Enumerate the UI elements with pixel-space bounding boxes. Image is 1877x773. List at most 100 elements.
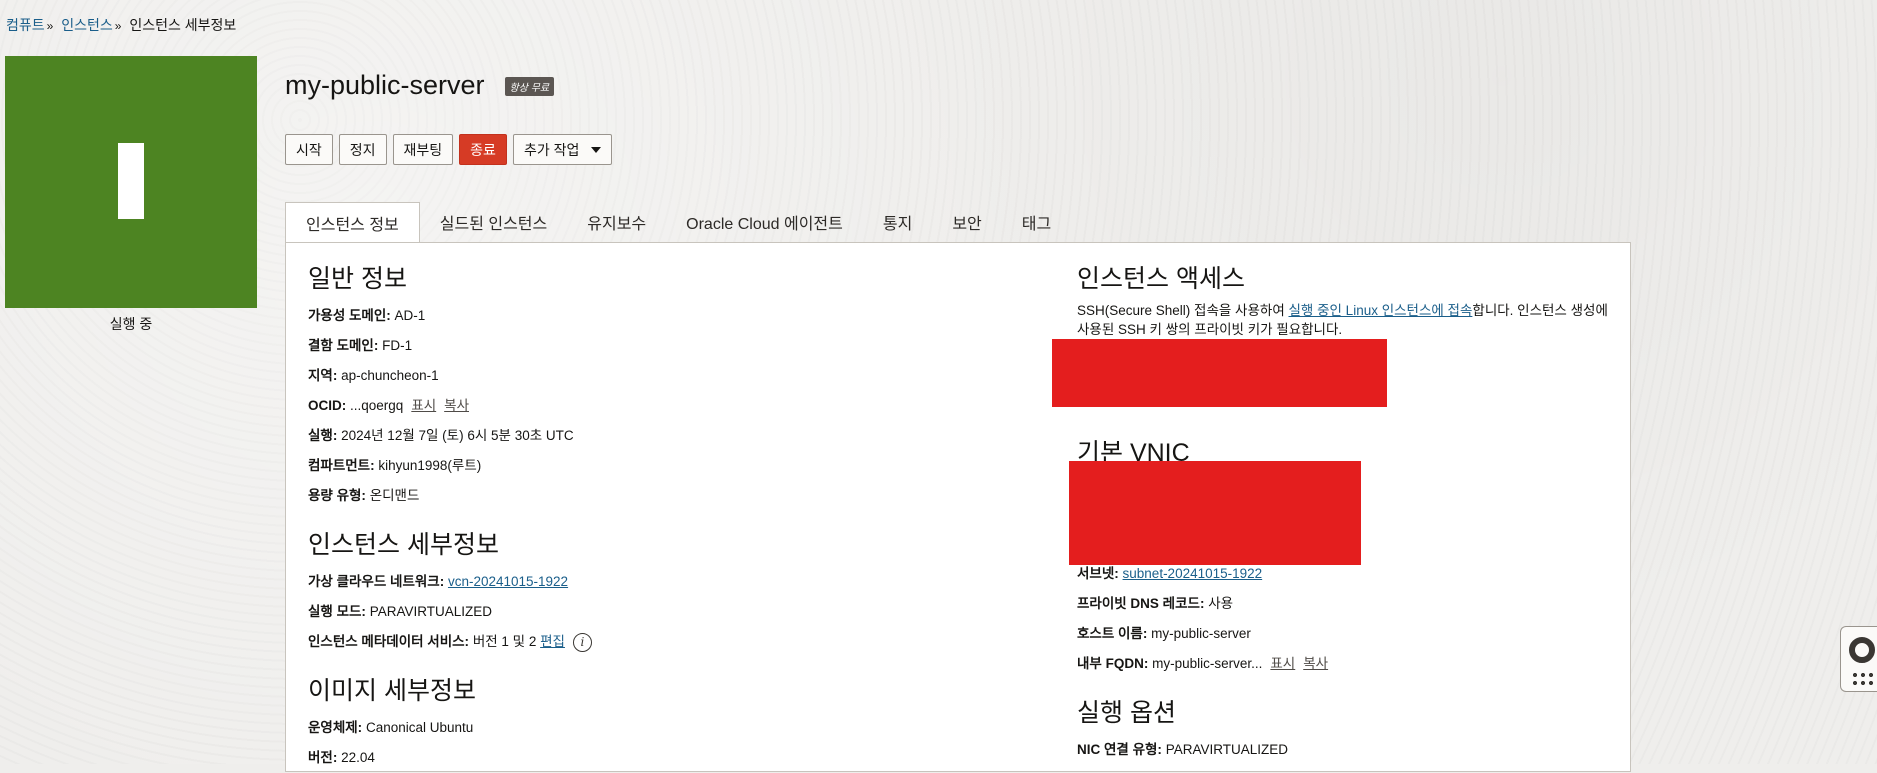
ocid-row: OCID: ...qoergq 표시 복사 (308, 391, 592, 421)
instance-status-tile (5, 56, 257, 308)
field-value: PARAVIRTUALIZED (1165, 742, 1288, 757)
terminate-button[interactable]: 종료 (459, 134, 507, 165)
tab-bar: 인스턴스 정보 실드된 인스턴스 유지보수 Oracle Cloud 에이전트 … (285, 202, 1071, 243)
field-value: ap-chuncheon-1 (341, 368, 439, 383)
redacted-area (1069, 461, 1361, 565)
field-label: 용량 유형: (308, 488, 366, 503)
grid-icon[interactable] (1851, 671, 1875, 687)
ocid-show-link[interactable]: 표시 (411, 398, 436, 413)
primary-vnic-fields: 서브넷: subnet-20241015-1922 프라이빗 DNS 레코드: … (1077, 559, 1617, 765)
tab-tags[interactable]: 태그 (1002, 202, 1071, 242)
lifebuoy-icon[interactable] (1849, 637, 1875, 663)
launch-mode-row: 실행 모드: PARAVIRTUALIZED (308, 597, 592, 627)
field-value: 버전 1 및 2 (472, 634, 537, 649)
tab-notifications[interactable]: 통지 (863, 202, 932, 242)
more-actions-label: 추가 작업 (523, 141, 580, 158)
field-value: AD-1 (394, 308, 426, 323)
tab-oracle-cloud-agent[interactable]: Oracle Cloud 에이전트 (666, 202, 863, 242)
fqdn-show-link[interactable]: 표시 (1270, 656, 1295, 671)
field-value: Canonical Ubuntu (365, 720, 474, 735)
nic-attachment-row: NIC 연결 유형: PARAVIRTUALIZED (1077, 735, 1617, 765)
launched-row: 실행: 2024년 12월 7일 (토) 6시 5분 30초 UTC (308, 421, 592, 451)
tab-security[interactable]: 보안 (932, 202, 1001, 242)
right-column: 인스턴스 액세스 SSH(Secure Shell) 접속을 사용하여 실행 중… (1077, 243, 1617, 339)
instance-info-panel: 일반 정보 가용성 도메인: AD-1 결함 도메인: FD-1 지역: ap-… (285, 242, 1631, 772)
field-value: 2024년 12월 7일 (토) 6시 5분 30초 UTC (341, 428, 574, 443)
page-title: my-public-server (285, 70, 485, 100)
launch-options-title: 실행 옵션 (1077, 699, 1176, 727)
compartment-row: 컴파트먼트: kihyun1998(루트) (308, 451, 592, 481)
field-value: my-public-server (1151, 626, 1251, 641)
os-row: 운영체제: Canonical Ubuntu (308, 713, 592, 743)
general-info-title: 일반 정보 (308, 265, 407, 293)
metadata-edit-link[interactable]: 편집 (540, 634, 565, 649)
field-value: ...qoergq (350, 398, 404, 413)
vcn-row: 가상 클라우드 네트워크: vcn-20241015-1922 (308, 567, 592, 597)
version-row: 버전: 22.04 (308, 743, 592, 773)
connect-linux-instance-link[interactable]: 실행 중인 Linux 인스턴스에 접속 (1289, 303, 1473, 318)
subnet-link[interactable]: subnet-20241015-1922 (1123, 566, 1263, 581)
field-label: 운영체제: (308, 720, 363, 735)
availability-domain-row: 가용성 도메인: AD-1 (308, 301, 592, 331)
field-value: kihyun1998(루트) (378, 458, 482, 473)
title-row: my-public-server 항상 무료 (285, 70, 555, 101)
internal-fqdn-row: 내부 FQDN: my-public-server... 표시 복사 (1077, 649, 1617, 679)
hostname-row: 호스트 이름: my-public-server (1077, 619, 1617, 649)
ocid-copy-link[interactable]: 복사 (444, 398, 469, 413)
image-details-title: 이미지 세부정보 (308, 677, 476, 705)
field-label: 실행: (308, 428, 338, 443)
breadcrumb: 컴퓨트» 인스턴스» 인스턴스 세부정보 (6, 15, 236, 35)
info-icon[interactable]: i (572, 632, 592, 652)
field-value: 22.04 (341, 750, 375, 765)
tab-shielded-instance[interactable]: 실드된 인스턴스 (420, 202, 568, 242)
field-label: 서브넷: (1077, 566, 1119, 581)
field-label: NIC 연결 유형: (1077, 742, 1162, 757)
fault-domain-row: 결함 도메인: FD-1 (308, 331, 592, 361)
reboot-button[interactable]: 재부팅 (392, 134, 454, 165)
field-label: OCID: (308, 398, 347, 413)
field-label: 가상 클라우드 네트워크: (308, 574, 445, 589)
instance-access-title: 인스턴스 액세스 (1077, 265, 1245, 293)
caret-down-icon (591, 146, 602, 153)
breadcrumb-current: 인스턴스 세부정보 (129, 17, 237, 33)
start-button[interactable]: 시작 (285, 134, 333, 165)
access-text-before: SSH(Secure Shell) 접속을 사용하여 (1077, 303, 1289, 318)
field-label: 컴파트먼트: (308, 458, 375, 473)
fqdn-copy-link[interactable]: 복사 (1303, 656, 1328, 671)
always-free-badge: 항상 무료 (504, 77, 555, 96)
field-label: 인스턴스 메타데이터 서비스: (308, 634, 470, 649)
private-dns-row: 프라이빗 DNS 레코드: 사용 (1077, 589, 1617, 619)
breadcrumb-compute[interactable]: 컴퓨트 (6, 17, 45, 33)
instance-glyph-icon (118, 143, 144, 219)
left-column: 일반 정보 가용성 도메인: AD-1 결함 도메인: FD-1 지역: ap-… (308, 243, 592, 773)
field-value: my-public-server... (1152, 656, 1263, 671)
help-widget[interactable] (1840, 626, 1877, 692)
breadcrumb-separator: » (114, 19, 122, 33)
field-label: 프라이빗 DNS 레코드: (1077, 596, 1205, 611)
redacted-area (1052, 339, 1387, 407)
field-value: FD-1 (382, 338, 413, 353)
subnet-row: 서브넷: subnet-20241015-1922 (1077, 559, 1617, 589)
metadata-service-row: 인스턴스 메타데이터 서비스: 버전 1 및 2 편집 i (308, 627, 592, 657)
field-label: 지역: (308, 368, 338, 383)
field-value: PARAVIRTUALIZED (369, 604, 492, 619)
tab-instance-info[interactable]: 인스턴스 정보 (285, 202, 420, 243)
field-value: 온디맨드 (369, 488, 420, 503)
action-toolbar: 시작 정지 재부팅 종료 추가 작업 (285, 134, 618, 165)
field-label: 버전: (308, 750, 338, 765)
breadcrumb-instances[interactable]: 인스턴스 (61, 17, 113, 33)
tab-maintenance[interactable]: 유지보수 (567, 202, 666, 242)
instance-details-title: 인스턴스 세부정보 (308, 531, 499, 559)
field-label: 가용성 도메인: (308, 308, 391, 323)
field-value: 사용 (1208, 596, 1234, 611)
more-actions-button[interactable]: 추가 작업 (512, 134, 613, 165)
field-label: 호스트 이름: (1077, 626, 1148, 641)
vcn-link[interactable]: vcn-20241015-1922 (448, 574, 568, 589)
region-row: 지역: ap-chuncheon-1 (308, 361, 592, 391)
field-label: 실행 모드: (308, 604, 366, 619)
capacity-type-row: 용량 유형: 온디맨드 (308, 481, 592, 511)
field-label: 내부 FQDN: (1077, 656, 1149, 671)
stop-button[interactable]: 정지 (338, 134, 387, 165)
status-label: 실행 중 (109, 316, 153, 332)
instance-access-description: SSH(Secure Shell) 접속을 사용하여 실행 중인 Linux 인… (1077, 301, 1617, 339)
